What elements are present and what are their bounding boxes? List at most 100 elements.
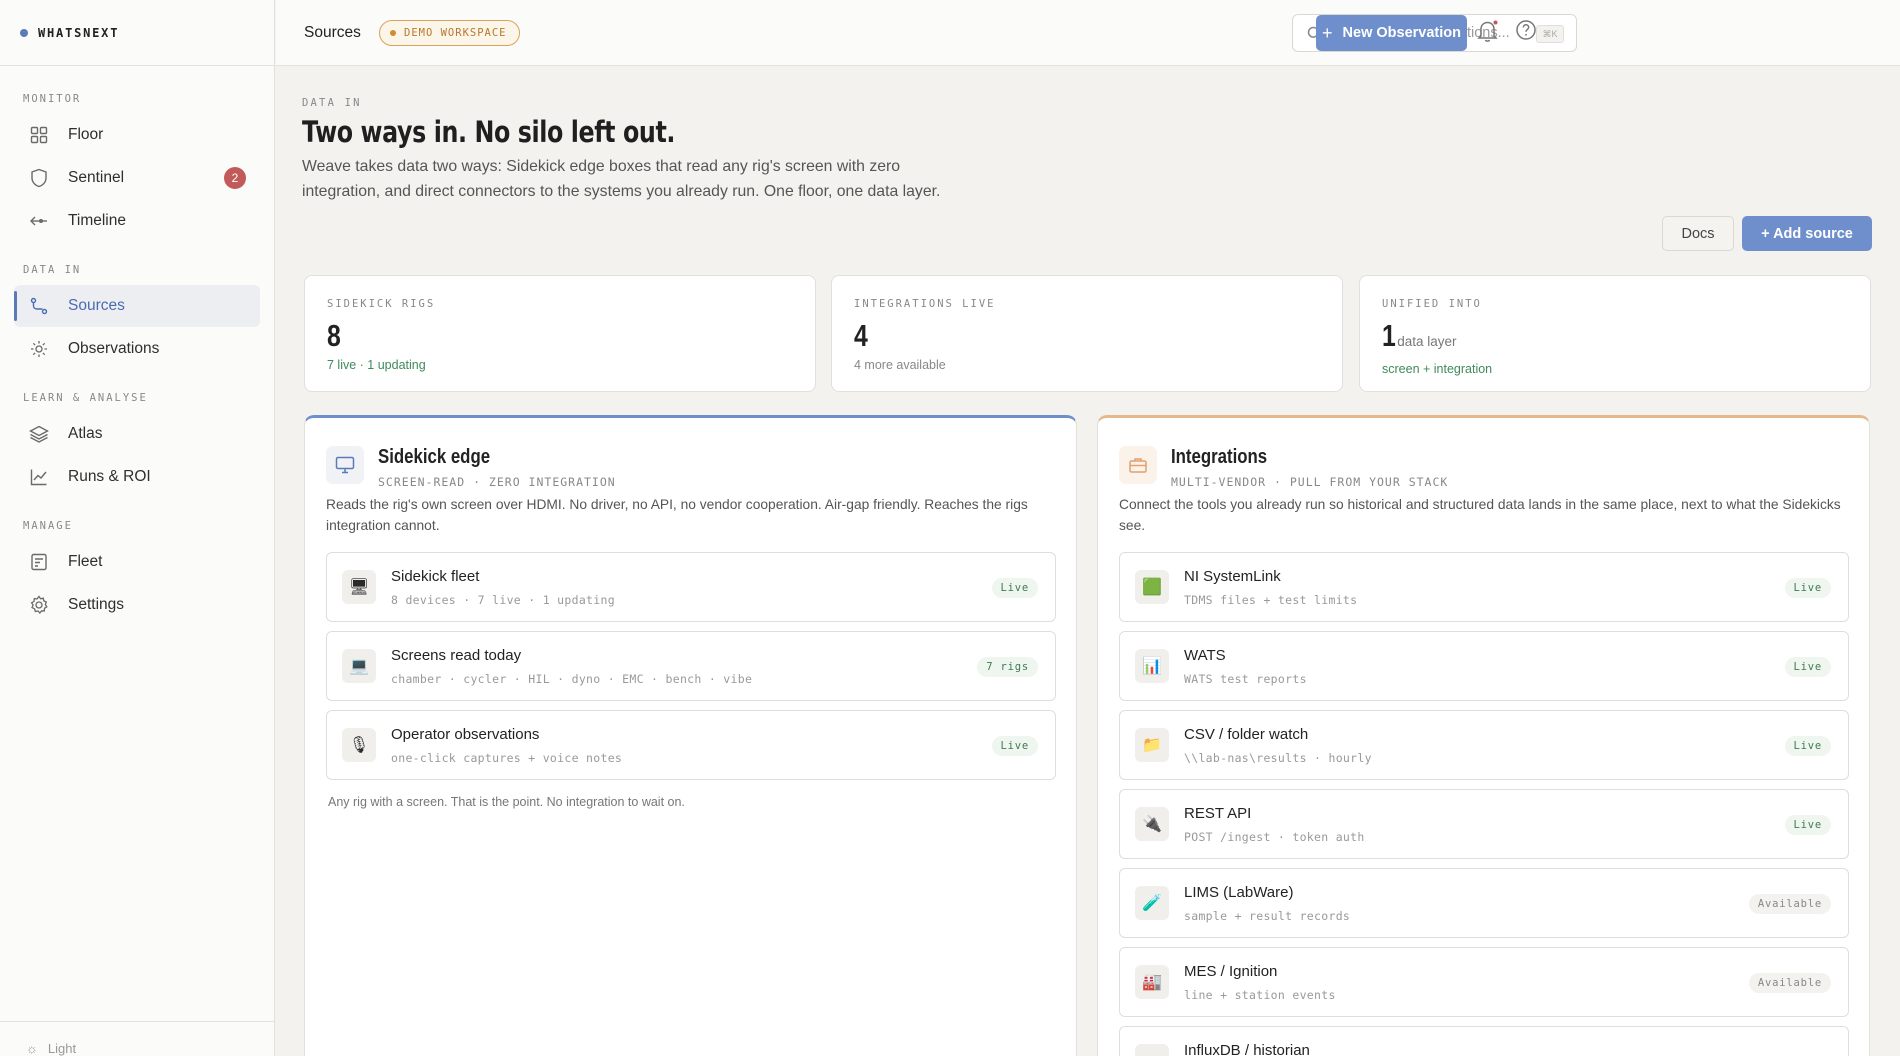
plus-icon: + [1322, 22, 1333, 43]
sidekick-edge-panel: Sidekick edge SCREEN-READ · ZERO INTEGRA… [304, 415, 1077, 1056]
plug-icon: 🔌 [1135, 807, 1169, 841]
page-description: Weave takes data two ways: Sidekick edge… [302, 158, 941, 200]
sidebar-item-label: Observations [68, 340, 160, 357]
briefcase-icon [1119, 446, 1157, 484]
gear-icon [28, 594, 50, 616]
status-badge: Live [1784, 657, 1831, 677]
sidebar-item-label: Atlas [68, 425, 103, 442]
page-title: Two ways in. No silo left out. [302, 115, 676, 149]
row-meta: line + station events [1184, 988, 1336, 1002]
sidebar: WHATSNEXT MONITOR Floor Sentinel 2 Timel… [0, 0, 275, 1056]
nav-section-learn: LEARN & ANALYSE [23, 392, 148, 404]
docs-button[interactable]: Docs [1662, 216, 1734, 251]
row-title: Sidekick fleet [391, 568, 480, 585]
stat-sub: screen + integration [1382, 362, 1493, 376]
stat-value: 1 [1382, 318, 1396, 353]
sidebar-item-timeline[interactable]: Timeline [14, 200, 260, 242]
list-item-screens-read[interactable]: 💻 Screens read today chamber · cycler · … [326, 631, 1056, 701]
status-badge: 7 rigs [977, 657, 1038, 677]
bell-icon[interactable] [1477, 19, 1501, 45]
list-item-mes-ignition[interactable]: 🏭 MES / Ignition line + station events A… [1119, 947, 1849, 1017]
panel-description: Reads the rig's own screen over HDMI. No… [326, 497, 1028, 533]
search-shortcut: ⌘K [1536, 25, 1564, 43]
nav-section-data-in: DATA IN [23, 264, 82, 276]
brand[interactable]: WHATSNEXT [0, 0, 274, 66]
chip-label: DEMO WORKSPACE [404, 27, 507, 39]
sidebar-item-label: Timeline [68, 212, 126, 229]
sidebar-item-floor[interactable]: Floor [14, 114, 260, 156]
status-badge: Available [1748, 973, 1831, 993]
chart-icon [28, 466, 50, 488]
list-item-operator-observations[interactable]: 🎙 Operator observations one-click captur… [326, 710, 1056, 780]
page-breadcrumb: Sources [304, 24, 361, 41]
list-item-lims[interactable]: 🧪 LIMS (LabWare) sample + result records… [1119, 868, 1849, 938]
row-meta: POST /ingest · token auth [1184, 830, 1365, 844]
stat-value: 4 [854, 318, 868, 353]
stat-card-sidekick-rigs: SIDEKICK RIGS 8 7 live · 1 updating [304, 275, 816, 392]
sidebar-item-runs-roi[interactable]: Runs & ROI [14, 456, 260, 498]
panel-title: Sidekick edge [378, 446, 491, 468]
add-source-button[interactable]: + Add source [1742, 216, 1872, 251]
list-item-sidekick-fleet[interactable]: 🖥 Sidekick fleet 8 devices · 7 live · 1 … [326, 552, 1056, 622]
integrations-panel: Integrations MULTI-VENDOR · PULL FROM YO… [1097, 415, 1870, 1056]
demo-workspace-chip: DEMO WORKSPACE [379, 20, 520, 46]
status-badge: Live [1784, 578, 1831, 598]
stat-label: SIDEKICK RIGS [327, 298, 436, 310]
desktop-icon: 💻 [342, 649, 376, 683]
folder-icon: 📁 [1135, 728, 1169, 762]
sidebar-item-settings[interactable]: Settings [14, 584, 260, 626]
row-title: WATS [1184, 647, 1226, 664]
new-observation-button[interactable]: + New Observation [1316, 15, 1467, 51]
status-badge: Live [1784, 815, 1831, 835]
stat-label: INTEGRATIONS LIVE [854, 298, 996, 310]
sidebar-item-fleet[interactable]: Fleet [14, 541, 260, 583]
panel-description: Connect the tools you already run so his… [1119, 497, 1841, 533]
microphone-icon: 🎙 [342, 728, 376, 762]
row-title: MES / Ignition [1184, 963, 1278, 980]
theme-toggle[interactable]: ☼ Light [0, 1021, 274, 1056]
route-icon [28, 295, 50, 317]
sentinel-badge: 2 [224, 167, 246, 189]
list-item-influxdb[interactable]: InfluxDB / historian [1119, 1026, 1849, 1056]
chip-dot [390, 30, 396, 36]
monitor-icon: 🖥 [342, 570, 376, 604]
list-item-csv-folder-watch[interactable]: 📁 CSV / folder watch \\lab-nas\results ·… [1119, 710, 1849, 780]
layers-icon [28, 423, 50, 445]
row-title: InfluxDB / historian [1184, 1042, 1310, 1056]
list-item-wats[interactable]: 📊 WATS WATS test reports Live [1119, 631, 1849, 701]
sidebar-item-label: Sources [68, 297, 125, 314]
stat-value: 8 [327, 318, 341, 353]
row-meta: one-click captures + voice notes [391, 751, 623, 765]
panel-footer-note: Any rig with a screen. That is the point… [328, 795, 685, 809]
bar-chart-icon: 📊 [1135, 649, 1169, 683]
new-observation-label: New Observation [1342, 25, 1461, 41]
sidebar-item-atlas[interactable]: Atlas [14, 413, 260, 455]
panel-subtitle: MULTI-VENDOR · PULL FROM YOUR STACK [1171, 475, 1449, 489]
help-icon[interactable] [1515, 19, 1539, 45]
status-badge: Available [1748, 894, 1831, 914]
row-title: LIMS (LabWare) [1184, 884, 1294, 901]
list-item-ni-systemlink[interactable]: 🟩 NI SystemLink TDMS files + test limits… [1119, 552, 1849, 622]
fleet-icon [28, 551, 50, 573]
theme-label: Light [47, 1041, 77, 1056]
sidebar-item-sources[interactable]: Sources [14, 285, 260, 327]
monitor-icon [326, 446, 364, 484]
sidebar-item-label: Fleet [68, 553, 103, 570]
row-title: REST API [1184, 805, 1252, 822]
brand-name: WHATSNEXT [38, 25, 120, 40]
row-meta: \\lab-nas\results · hourly [1184, 751, 1372, 765]
nav-section-monitor: MONITOR [23, 93, 82, 105]
stat-card-integrations-live: INTEGRATIONS LIVE 4 4 more available [831, 275, 1343, 392]
row-meta: WATS test reports [1184, 672, 1307, 686]
topbar: Sources DEMO WORKSPACE Search rigs, obse… [276, 0, 1900, 66]
theme-icon: ☼ [26, 1041, 38, 1056]
stat-sub: 4 more available [854, 358, 946, 372]
factory-icon: 🏭 [1135, 965, 1169, 999]
shield-icon [28, 167, 50, 189]
list-item-rest-api[interactable]: 🔌 REST API POST /ingest · token auth Liv… [1119, 789, 1849, 859]
green-square-icon: 🟩 [1135, 570, 1169, 604]
sidebar-item-observations[interactable]: Observations [14, 328, 260, 370]
stat-card-unified-into: UNIFIED INTO 1data layer screen + integr… [1359, 275, 1871, 392]
sidebar-item-sentinel[interactable]: Sentinel 2 [14, 157, 260, 199]
row-meta: sample + result records [1184, 909, 1351, 923]
